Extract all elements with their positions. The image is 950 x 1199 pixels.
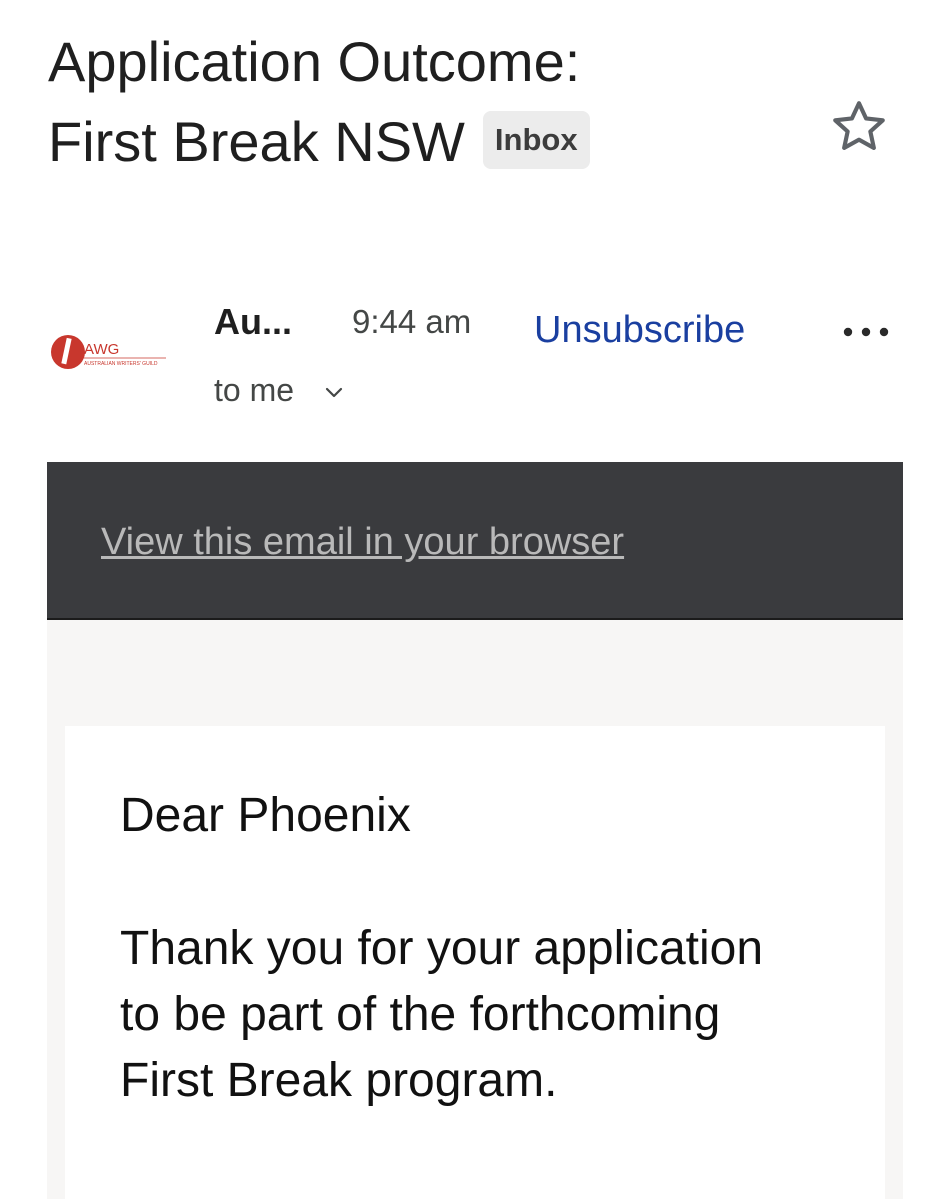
received-time: 9:44 am <box>352 303 472 340</box>
subject-line-2: First Break NSW Inbox <box>48 102 688 182</box>
email-view: Application Outcome: First Break NSW Inbo… <box>0 0 950 1199</box>
email-subject: Application Outcome: First Break NSW Inbo… <box>48 22 688 182</box>
logo-text: AWG <box>84 341 119 358</box>
recipient-details-toggle[interactable]: to me <box>214 368 344 412</box>
unsubscribe-link[interactable]: Unsubscribe <box>534 308 745 352</box>
email-content-card: Dear Phoenix Thank you for your applicat… <box>65 726 885 1199</box>
view-in-browser-banner: View this email in your browser <box>47 462 903 620</box>
recipient-label: to me <box>214 372 295 408</box>
subject-line-1: Application Outcome: <box>48 30 581 93</box>
logo-subtext: AUSTRALIAN WRITERS' GUILD <box>84 361 158 367</box>
more-options-icon[interactable] <box>836 308 896 352</box>
email-message: Thank you for your application to be par… <box>120 922 764 1107</box>
sender-name[interactable]: Au... <box>214 300 292 344</box>
subject-line-2-text: First Break NSW <box>48 110 465 173</box>
star-icon[interactable] <box>828 96 890 158</box>
view-in-browser-link[interactable]: View this email in your browser <box>101 518 624 566</box>
sender-avatar-logo: AWG AUSTRALIAN WRITERS' GUILD <box>51 335 166 369</box>
chevron-down-icon <box>325 387 343 397</box>
inbox-label-badge[interactable]: Inbox <box>482 111 590 170</box>
email-greeting: Dear Phoenix <box>120 789 411 842</box>
